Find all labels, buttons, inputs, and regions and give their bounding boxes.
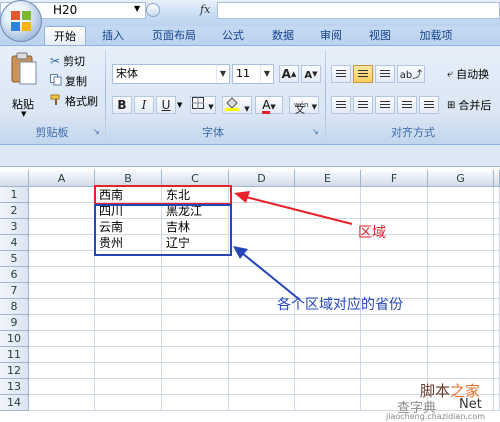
- office-logo-icon: [11, 11, 31, 31]
- watermark-net-text: Net: [459, 397, 482, 412]
- province-arrow: [233, 246, 301, 301]
- office-button[interactable]: [0, 0, 42, 42]
- watermark-url-text: jiaocheng.chazidian.com: [386, 412, 486, 421]
- province-annotation-label: 各个区域对应的省份: [277, 297, 403, 313]
- annotation-arrows: [233, 191, 353, 301]
- region-arrow: [234, 191, 353, 225]
- region-annotation-label: 区域: [358, 225, 386, 241]
